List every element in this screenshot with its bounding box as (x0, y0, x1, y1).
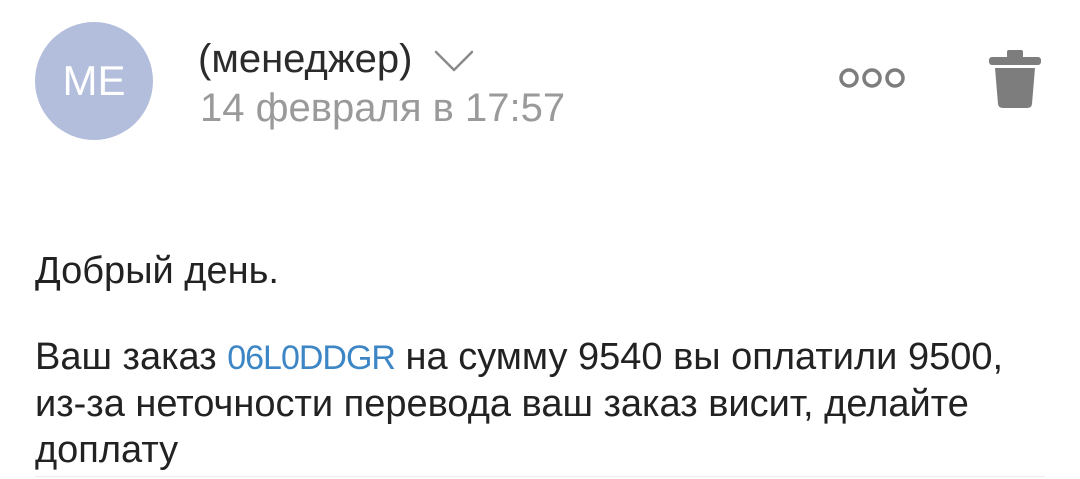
trash-icon (989, 50, 1041, 108)
chevron-down-icon (434, 48, 474, 74)
sender-toggle[interactable]: (менеджер) (198, 34, 474, 84)
order-number-link[interactable]: 06L0DDGR (227, 339, 396, 377)
divider (35, 476, 1045, 477)
message-header: ME (менеджер) 14 февраля в 17:57 (0, 0, 1080, 170)
more-dots-icon (839, 68, 905, 88)
message-paragraph: Ваш заказ 06L0DDGR на сумму 9540 вы опла… (35, 334, 1050, 473)
more-options-button[interactable] (836, 60, 908, 96)
sender-name: (менеджер) (198, 36, 413, 81)
greeting-text: Добрый день. (35, 250, 279, 292)
delete-button[interactable] (985, 48, 1045, 110)
message-date: 14 февраля в 17:57 (200, 86, 566, 130)
avatar[interactable]: ME (35, 22, 153, 140)
message-body: Добрый день. Ваш заказ 06L0DDGR на сумму… (35, 248, 1050, 473)
message-text-start: Ваш заказ (35, 336, 228, 378)
